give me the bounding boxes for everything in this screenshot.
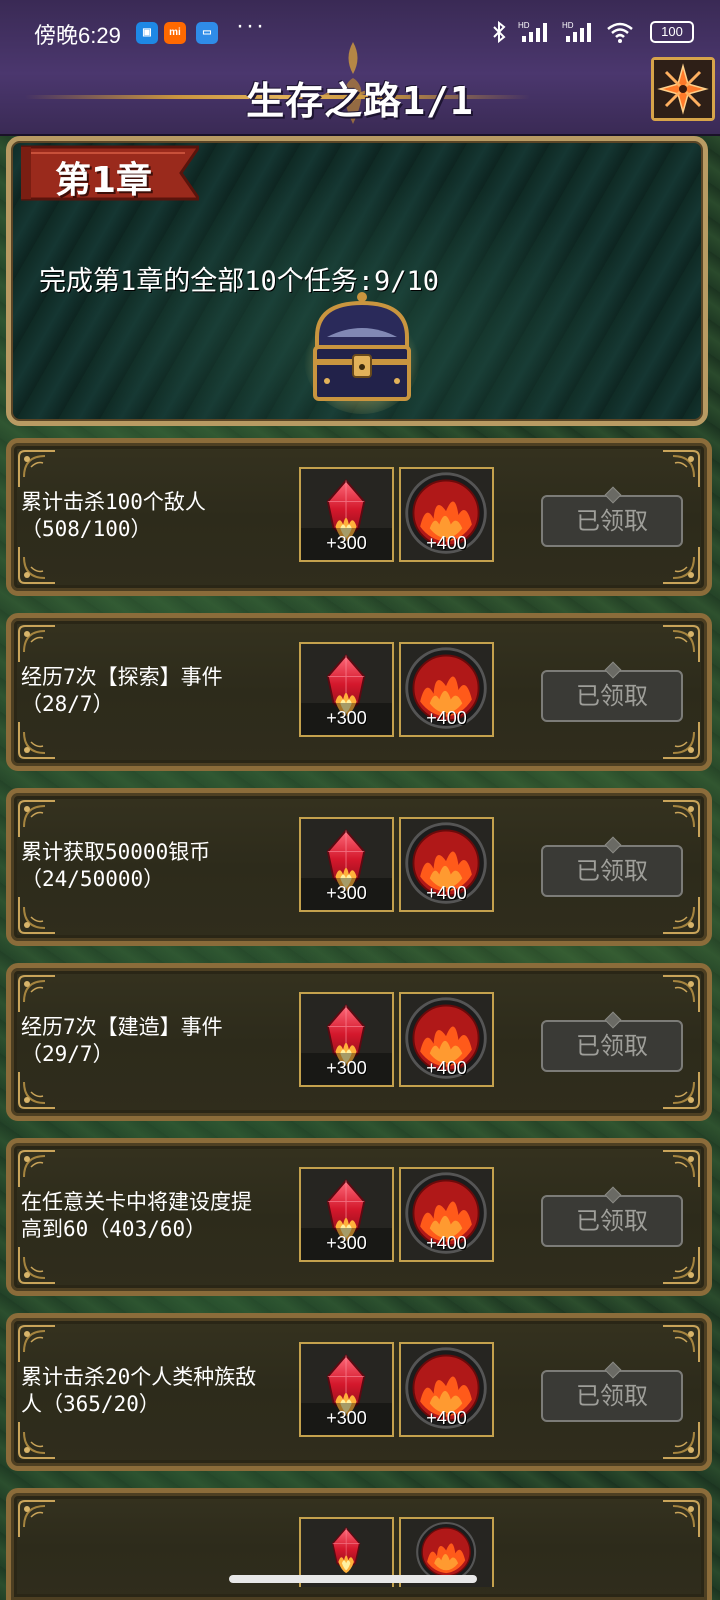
reward-amount: +300 bbox=[326, 1233, 367, 1253]
corner-ornament bbox=[659, 1068, 703, 1112]
reward-slot[interactable]: +300 bbox=[299, 642, 394, 737]
reward-slot[interactable]: +400 bbox=[399, 817, 494, 912]
corner-ornament bbox=[15, 543, 59, 587]
corner-ornament bbox=[15, 1147, 59, 1191]
reward-amount: +400 bbox=[426, 533, 467, 553]
corner-ornament bbox=[659, 1418, 703, 1462]
bilibili-icon: ▣ bbox=[136, 22, 158, 44]
corner-ornament bbox=[15, 797, 59, 841]
corner-ornament bbox=[659, 447, 703, 491]
reward-amount: +400 bbox=[426, 1408, 467, 1428]
svg-text:HD: HD bbox=[518, 21, 530, 30]
compass-close-icon bbox=[654, 60, 712, 118]
signal-hd-icon: HD bbox=[562, 21, 591, 43]
task-description: 经历7次【建造】事件 （29/7） bbox=[21, 1015, 223, 1066]
corner-ornament bbox=[659, 1147, 703, 1191]
corner-ornament bbox=[659, 972, 703, 1016]
task-description: 经历7次【探索】事件 （28/7） bbox=[21, 665, 223, 716]
corner-ornament bbox=[15, 718, 59, 762]
reward-slot[interactable]: +400 bbox=[399, 1167, 494, 1262]
reward-amount: +300 bbox=[326, 708, 367, 728]
wallet-icon: ▭ bbox=[196, 22, 218, 44]
task-card: 经历7次【探索】事件 （28/7） +300 +400 已领取 bbox=[6, 613, 712, 771]
reward-slot[interactable]: +300 bbox=[299, 1342, 394, 1437]
reward-slot[interactable]: +300 bbox=[299, 992, 394, 1087]
treasure-chest-icon[interactable] bbox=[303, 289, 421, 414]
battery-icon: 100 bbox=[650, 21, 694, 44]
reward-amount: +400 bbox=[426, 883, 467, 903]
reward-slot[interactable]: +300 bbox=[299, 467, 394, 562]
corner-ornament bbox=[15, 447, 59, 491]
corner-ornament bbox=[15, 1243, 59, 1287]
reward-amount: +300 bbox=[326, 533, 367, 553]
chapter-label: 第1章 bbox=[55, 160, 153, 201]
reward-slot[interactable]: +300 bbox=[299, 817, 394, 912]
bluetooth-icon bbox=[492, 21, 505, 44]
wifi-icon bbox=[607, 22, 633, 44]
corner-ornament bbox=[659, 1243, 703, 1287]
page-title: 生存之路1/1 bbox=[246, 79, 474, 123]
reward-slot[interactable]: +400 bbox=[399, 467, 494, 562]
corner-ornament bbox=[659, 893, 703, 937]
reward-amount: +400 bbox=[426, 708, 467, 728]
task-card: 累计获取50000银币 （24/50000） +300 +400 已领取 bbox=[6, 788, 712, 946]
corner-ornament bbox=[659, 718, 703, 762]
reward-slot[interactable]: +400 bbox=[399, 1342, 494, 1437]
reward-amount: +300 bbox=[326, 1408, 367, 1428]
reward-slot[interactable]: +400 bbox=[399, 992, 494, 1087]
reward-amount: +400 bbox=[426, 1058, 467, 1078]
clock: 傍晚6:29 bbox=[34, 23, 121, 48]
corner-ornament bbox=[15, 1322, 59, 1366]
reward-slot[interactable]: +300 bbox=[299, 1167, 394, 1262]
status-right: HD HD 100 bbox=[486, 18, 694, 44]
more-dots-icon: ··· bbox=[236, 12, 266, 39]
corner-ornament bbox=[15, 893, 59, 937]
corner-ornament bbox=[15, 972, 59, 1016]
task-card: 累计击杀20个人类种族敌 人（365/20） +300 +400 已领取 bbox=[6, 1313, 712, 1471]
reward-amount: +300 bbox=[326, 883, 367, 903]
corner-ornament bbox=[659, 1497, 703, 1541]
corner-ornament bbox=[15, 1497, 59, 1541]
close-button[interactable] bbox=[651, 57, 715, 121]
corner-ornament bbox=[15, 622, 59, 666]
task-card: 累计击杀100个敌人 （508/100） +300 +400 已领取 bbox=[6, 438, 712, 596]
reward-amount: +300 bbox=[326, 1058, 367, 1078]
reward-amount: +400 bbox=[426, 1233, 467, 1253]
task-description: 累计击杀20个人类种族敌 人（365/20） bbox=[21, 1365, 257, 1416]
home-indicator[interactable] bbox=[229, 1575, 477, 1583]
corner-ornament bbox=[659, 1322, 703, 1366]
corner-ornament bbox=[659, 797, 703, 841]
reward-slot[interactable]: +400 bbox=[399, 642, 494, 737]
corner-ornament bbox=[15, 1068, 59, 1112]
corner-ornament bbox=[659, 622, 703, 666]
task-card: 在任意关卡中将建设度提 高到60（403/60） +300 +400 已领取 bbox=[6, 1138, 712, 1296]
task-description: 在任意关卡中将建设度提 高到60（403/60） bbox=[21, 1190, 252, 1241]
header-bar: 傍晚6:29 ▣ mi ▭ ··· HD HD 100 生存之路1/1 bbox=[0, 0, 720, 136]
xiaomi-icon: mi bbox=[164, 22, 186, 44]
chapter-panel: 第1章 完成第1章的全部10个任务:9/10 bbox=[6, 136, 708, 426]
task-card-partial bbox=[6, 1488, 712, 1600]
task-card: 经历7次【建造】事件 （29/7） +300 +400 已领取 bbox=[6, 963, 712, 1121]
signal-hd-icon: HD bbox=[518, 21, 547, 43]
corner-ornament bbox=[659, 543, 703, 587]
corner-ornament bbox=[15, 1418, 59, 1462]
task-description: 累计获取50000银币 （24/50000） bbox=[21, 840, 211, 891]
svg-text:HD: HD bbox=[562, 21, 574, 30]
task-description: 累计击杀100个敌人 （508/100） bbox=[21, 490, 206, 541]
